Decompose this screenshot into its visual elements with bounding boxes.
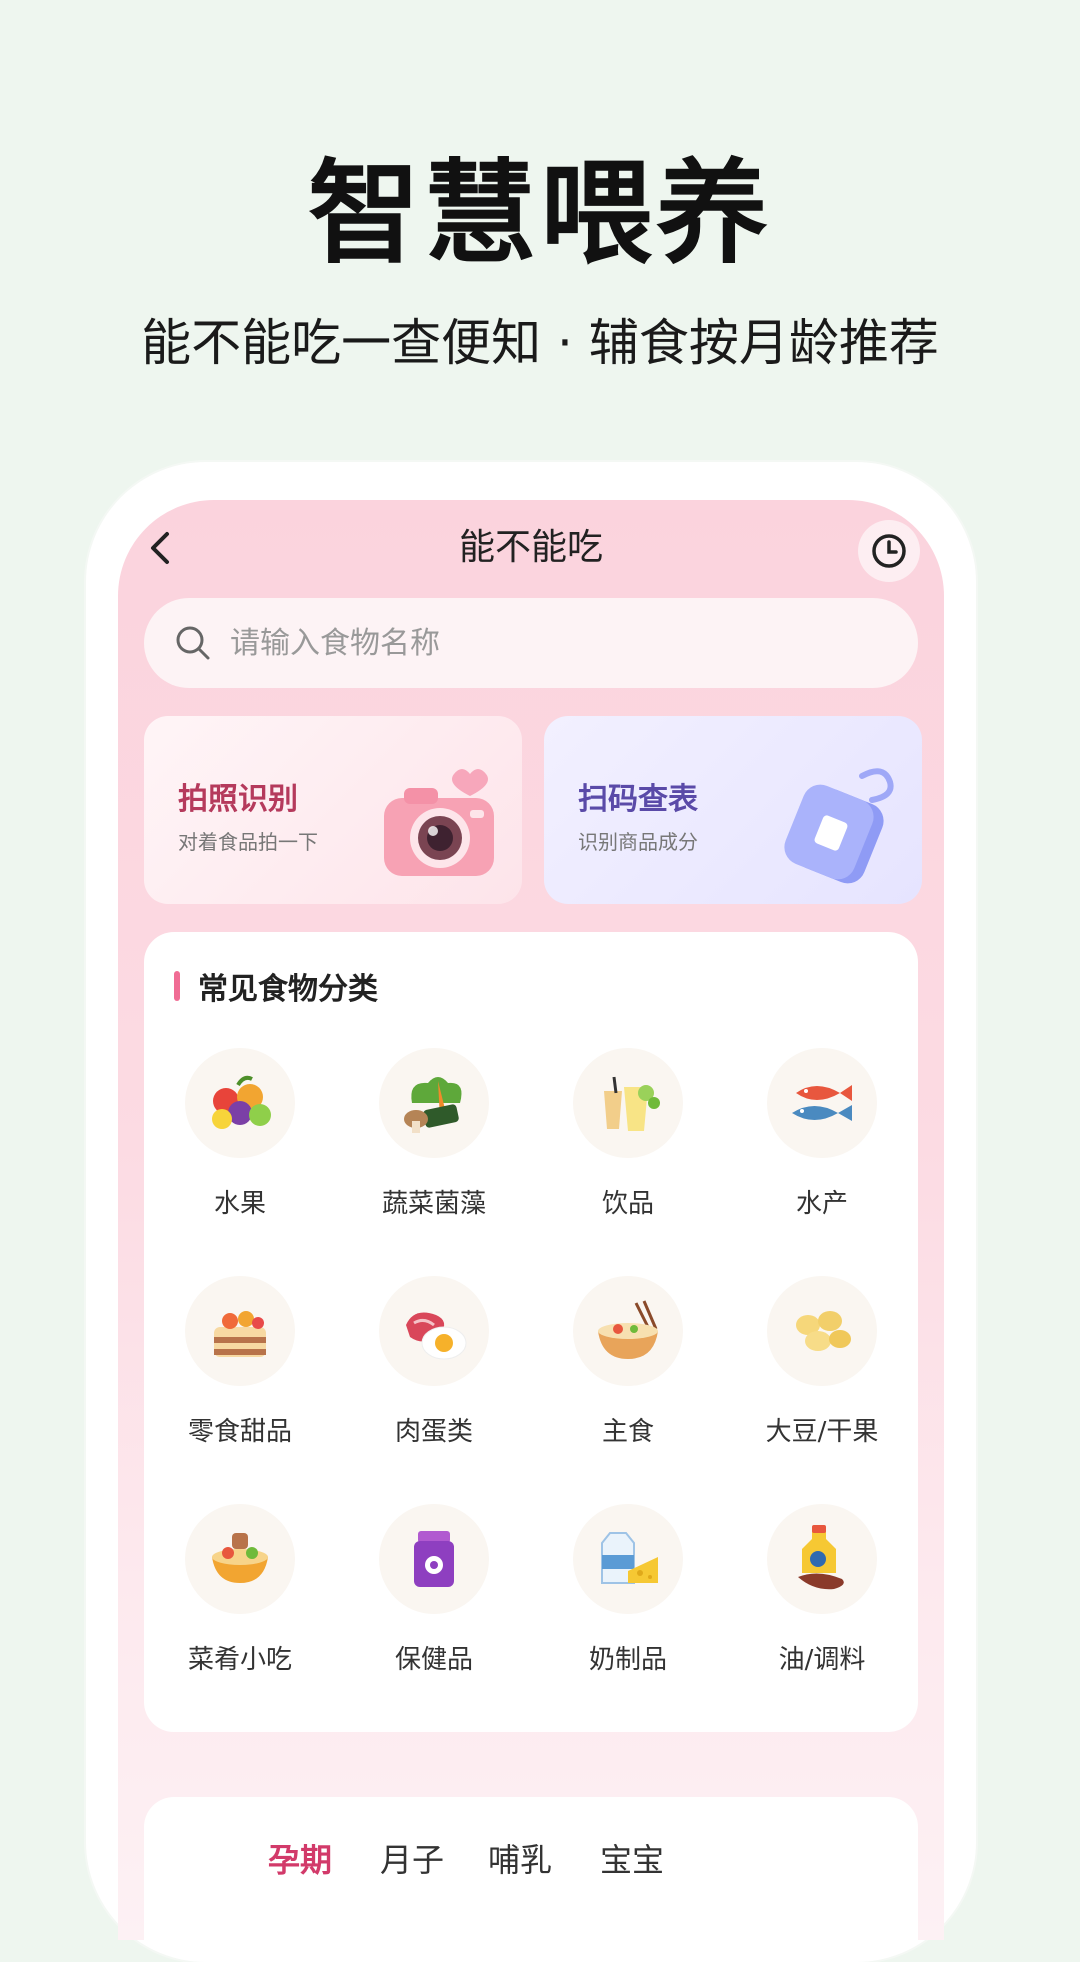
tab-breastfeeding[interactable]: 哺乳 <box>488 1835 552 1881</box>
category-label: 蔬菜菌藻 <box>381 1189 486 1219</box>
category-item[interactable]: 油/调料 <box>732 1504 912 1704</box>
category-header: 常见食物分类 <box>174 966 378 1007</box>
category-label: 肉蛋类 <box>394 1417 473 1447</box>
hero-subtitle: 能不能吃一查便知 · 辅食按月龄推荐 <box>141 314 939 372</box>
category-item[interactable]: 主食 <box>538 1276 718 1476</box>
search-bar[interactable] <box>144 598 918 688</box>
photo-recognize-card[interactable]: 拍照识别 对着食品拍一下 <box>144 716 522 904</box>
fruit-icon <box>185 1048 295 1158</box>
meat-egg-icon <box>379 1276 489 1386</box>
photo-card-title: 拍照识别 <box>178 782 298 817</box>
category-item[interactable]: 水果 <box>150 1048 330 1248</box>
vegetable-icon <box>379 1048 489 1158</box>
milk-cheese-icon <box>573 1504 683 1614</box>
tab-baby[interactable]: 宝宝 <box>600 1835 664 1881</box>
food-category-panel: 常见食物分类 水果 蔬菜菌藻 饮品 水产 零食甜品 肉蛋类 主食 大豆/干果 菜… <box>144 932 918 1732</box>
section-accent-bar <box>174 971 180 1001</box>
category-label: 饮品 <box>601 1189 654 1219</box>
hero-title: 智慧喂养 <box>308 149 772 279</box>
scan-table-card[interactable]: 扫码查表 识别商品成分 <box>544 716 922 904</box>
page-title: 能不能吃 <box>458 527 603 568</box>
app-screen: 能不能吃 拍照识别 对着食品拍一下 扫码查表 识别商 <box>118 500 944 1940</box>
category-title: 常见食物分类 <box>198 972 378 1007</box>
noodle-bowl-icon <box>573 1276 683 1386</box>
photo-card-subtitle: 对着食品拍一下 <box>178 830 318 854</box>
category-item[interactable]: 奶制品 <box>538 1504 718 1704</box>
history-button[interactable] <box>858 520 920 582</box>
category-label: 奶制品 <box>588 1645 667 1675</box>
category-item[interactable]: 大豆/干果 <box>732 1276 912 1476</box>
nav-bar: 能不能吃 <box>118 500 944 596</box>
category-item[interactable]: 水产 <box>732 1048 912 1248</box>
clock-icon <box>872 534 906 568</box>
search-icon <box>176 626 210 660</box>
dish-icon <box>185 1504 295 1614</box>
bean-icon <box>767 1276 877 1386</box>
tab-postpartum[interactable]: 月子 <box>380 1835 444 1881</box>
search-input[interactable] <box>228 624 832 662</box>
category-label: 保健品 <box>394 1645 473 1675</box>
category-label: 油/调料 <box>778 1645 866 1675</box>
tab-pregnancy[interactable]: 孕期 <box>268 1835 332 1881</box>
category-item[interactable]: 饮品 <box>538 1048 718 1248</box>
tag-icon <box>784 768 894 884</box>
drink-icon <box>573 1048 683 1158</box>
category-item[interactable]: 肉蛋类 <box>344 1276 524 1476</box>
scan-card-subtitle: 识别商品成分 <box>578 830 698 854</box>
category-item[interactable]: 零食甜品 <box>150 1276 330 1476</box>
category-label: 主食 <box>601 1417 654 1447</box>
category-item[interactable]: 保健品 <box>344 1504 524 1704</box>
scan-card-title: 扫码查表 <box>578 782 698 817</box>
stage-tabs: 孕期 月子 哺乳 宝宝 <box>144 1797 918 1940</box>
oil-spice-icon <box>767 1504 877 1614</box>
fish-icon <box>767 1048 877 1158</box>
cake-icon <box>185 1276 295 1386</box>
category-label: 水果 <box>213 1189 266 1219</box>
category-item[interactable]: 蔬菜菌藻 <box>344 1048 524 1248</box>
camera-icon <box>384 769 494 876</box>
category-label: 零食甜品 <box>187 1417 292 1447</box>
supplement-icon <box>379 1504 489 1614</box>
category-item[interactable]: 菜肴小吃 <box>150 1504 330 1704</box>
category-label: 菜肴小吃 <box>187 1645 292 1675</box>
category-label: 水产 <box>795 1189 848 1219</box>
category-label: 大豆/干果 <box>765 1417 879 1447</box>
